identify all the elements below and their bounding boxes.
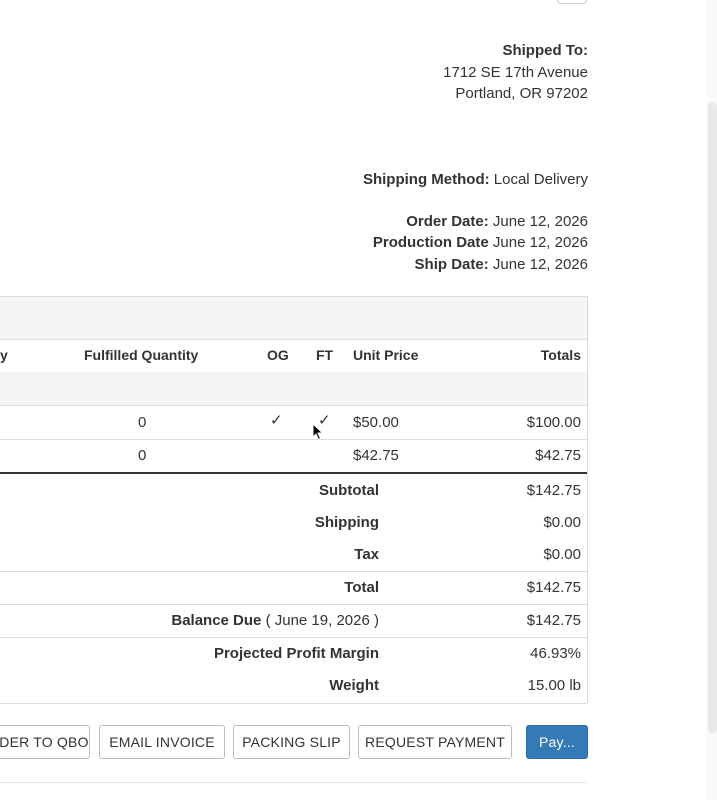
weight-label: Weight: [329, 677, 379, 694]
subtotal-value: $142.75: [526, 482, 581, 499]
shipping-method-label: Shipping Method:: [362, 171, 490, 188]
row1-unit-price: $50.00: [353, 414, 399, 431]
shipping-method: Shipping Method: Local Delivery: [363, 170, 588, 190]
profit-margin-value: 46.93%: [530, 645, 581, 662]
row1-og-check-icon: ✓: [270, 412, 283, 429]
row2-fulfilled: 0: [138, 447, 147, 464]
balance-due-label: Balance Due: [171, 612, 262, 629]
request-payment-button[interactable]: REQUEST PAYMENT: [358, 725, 512, 759]
shipping-method-value: Local Delivery: [493, 171, 588, 188]
tax-label: Tax: [354, 546, 379, 563]
row2-total: $42.75: [535, 447, 581, 464]
header-ft: FT: [316, 347, 334, 363]
pay-button[interactable]: Pay...: [526, 725, 588, 759]
shipping-label: Shipping: [314, 514, 379, 531]
summary-divider: [0, 637, 587, 638]
subtotal-label: Subtotal: [319, 482, 379, 499]
weight-value: 15.00 lb: [527, 677, 581, 694]
tax-value: $0.00: [543, 546, 581, 563]
table-caption-band: [0, 296, 587, 340]
top-control-box[interactable]: [557, 0, 587, 4]
ship-date-label: Ship Date:: [414, 256, 489, 273]
row1-fulfilled: 0: [138, 414, 147, 431]
total-label: Total: [344, 579, 379, 596]
mouse-cursor-icon: [312, 423, 324, 441]
table-row: [0, 406, 587, 440]
header-quantity: y: [0, 347, 8, 363]
production-date-label: Production Date: [372, 234, 489, 251]
header-fulfilled-quantity: Fulfilled Quantity: [84, 347, 199, 363]
header-og: OG: [267, 347, 289, 363]
scrollbar-thumb[interactable]: [708, 102, 717, 734]
table-right-border: [587, 296, 588, 703]
summary-divider: [0, 604, 587, 605]
balance-due-date: ( June 19, 2026 ): [265, 612, 379, 629]
production-date-value: June 12, 2026: [492, 234, 588, 251]
packing-slip-button[interactable]: PACKING SLIP: [233, 725, 350, 759]
export-to-qbo-button[interactable]: DER TO QBO: [0, 725, 90, 759]
summary-divider: [0, 571, 587, 572]
header-unit-price: Unit Price: [353, 347, 419, 363]
row1-total: $100.00: [526, 414, 581, 431]
production-date: Production Date June 12, 2026: [373, 233, 588, 253]
header-totals: Totals: [540, 347, 581, 363]
shipped-to-label: Shipped To:: [502, 42, 588, 59]
row2-unit-price: $42.75: [353, 447, 399, 464]
order-date-value: June 12, 2026: [492, 213, 588, 230]
summary-bottom-border: [0, 703, 587, 704]
ship-date-value: June 12, 2026: [492, 256, 588, 273]
shipped-to-line2: Portland, OR 97202: [455, 85, 588, 102]
footer-divider: [0, 782, 587, 783]
order-date: Order Date: June 12, 2026: [406, 212, 588, 232]
shipped-to-line1: 1712 SE 17th Avenue: [443, 64, 588, 81]
balance-due: Balance Due ( June 19, 2026 ): [171, 612, 379, 629]
table-row: [0, 439, 587, 474]
email-invoice-button[interactable]: EMAIL INVOICE: [99, 725, 225, 759]
ship-date: Ship Date: June 12, 2026: [415, 255, 588, 275]
table-group-band: [0, 372, 587, 406]
profit-margin-label: Projected Profit Margin: [213, 645, 379, 662]
total-value: $142.75: [526, 579, 581, 596]
order-date-label: Order Date:: [406, 213, 489, 230]
balance-due-value: $142.75: [526, 612, 581, 629]
shipping-value: $0.00: [543, 514, 581, 531]
